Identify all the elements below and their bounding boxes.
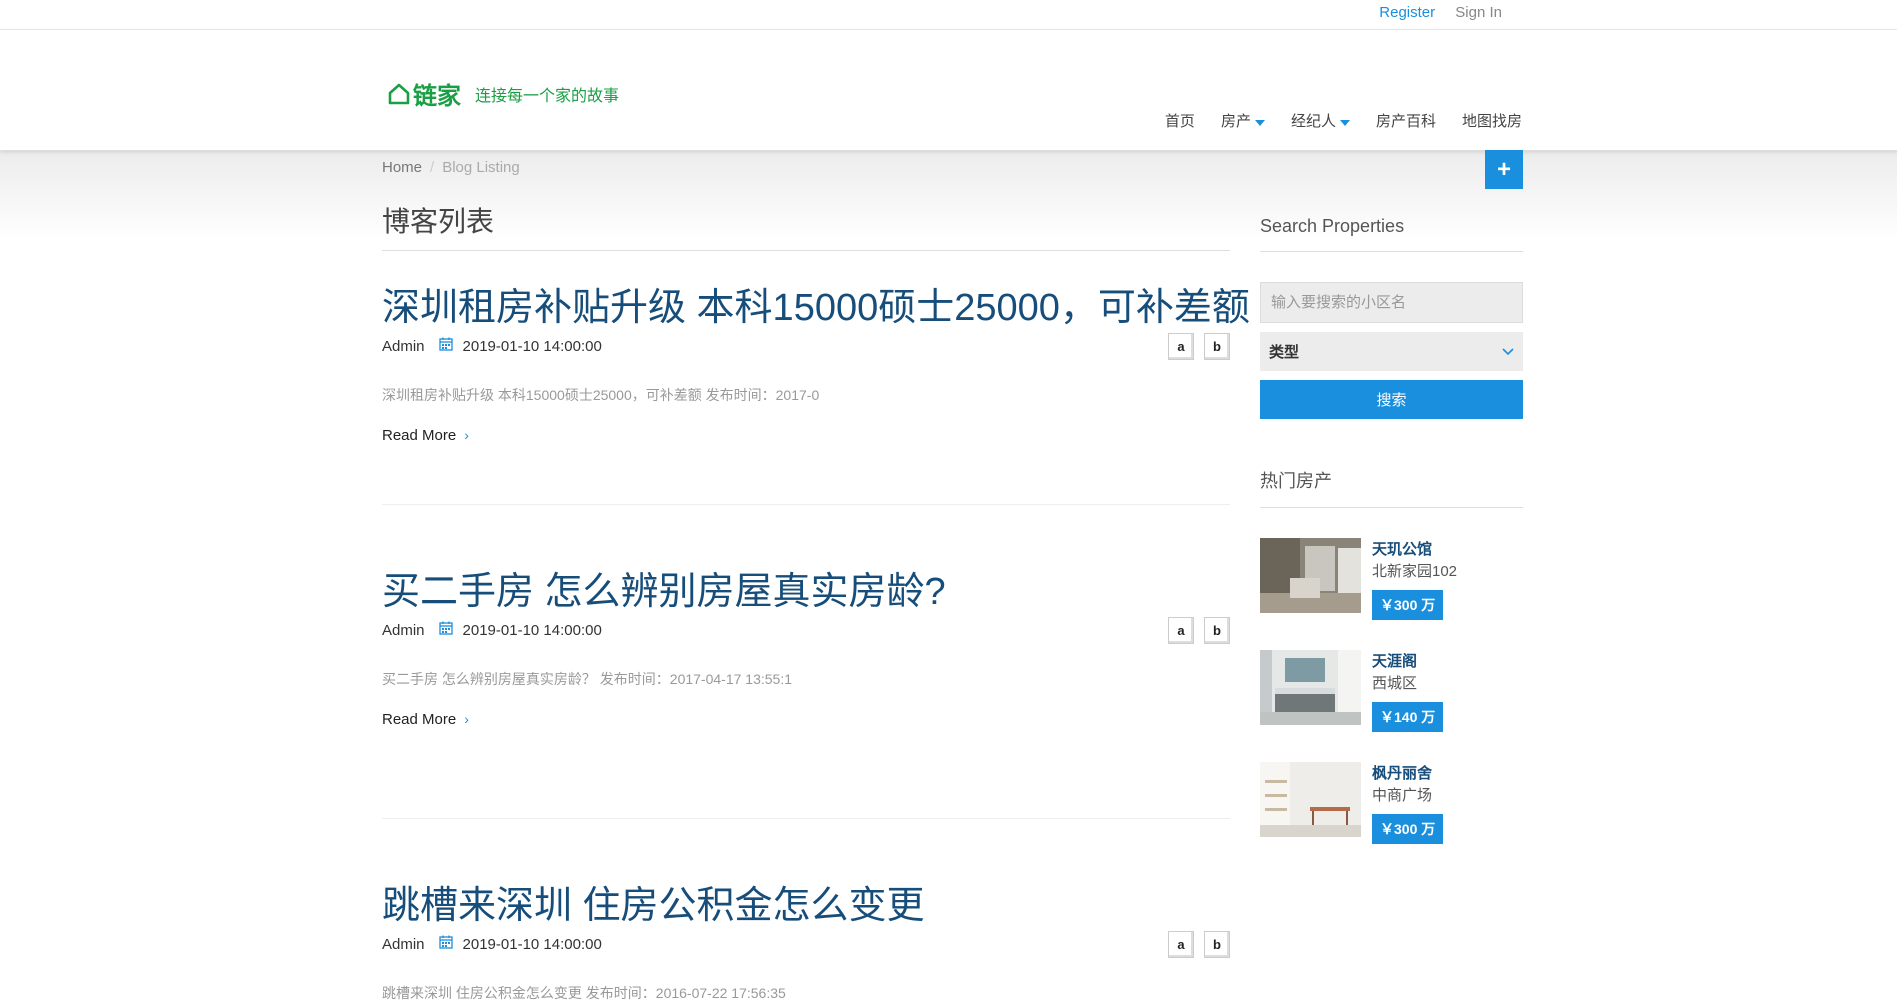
post-author[interactable]: Admin [382, 622, 425, 639]
post-date: 2019-01-10 14:00:00 [462, 621, 602, 639]
search-section-title: Search Properties [1260, 216, 1523, 252]
page-title: 博客列表 [382, 200, 1230, 251]
tag-button[interactable]: a [1168, 616, 1194, 644]
calendar-icon [438, 935, 453, 953]
add-button[interactable]: + [1485, 150, 1523, 189]
property-location: 西城区 [1372, 675, 1418, 692]
property-location: 中商广场 [1372, 787, 1433, 804]
calendar-icon [438, 337, 453, 355]
price-badge: ￥300 万 [1372, 814, 1444, 844]
auth-links: Register Sign In [1363, 4, 1502, 21]
price-badge: ￥300 万 [1372, 590, 1444, 620]
post-meta: Admin 2019-01-10 14:00:00 a b [382, 616, 1230, 644]
hot-properties-title: 热门房产 [1260, 467, 1523, 508]
nav-label: 房产 [1220, 113, 1251, 130]
tag-button[interactable]: b [1204, 930, 1230, 958]
property-name[interactable]: 枫丹丽舍 [1372, 762, 1443, 783]
read-more-link[interactable]: Read More › [382, 709, 1230, 729]
property-thumbnail[interactable] [1260, 538, 1361, 613]
property-info: 天玑公馆 北新家园102 ￥300 万 [1372, 538, 1457, 620]
post-tags: a b [1158, 930, 1230, 958]
nav-item-map[interactable]: 地图找房 [1462, 110, 1522, 131]
property-name[interactable]: 天涯阁 [1372, 650, 1443, 671]
post-excerpt: 买二手房 怎么辨别房屋真实房龄？ 发布时间：2017-04-17 13:55:1 [382, 671, 792, 687]
post-author[interactable]: Admin [382, 936, 425, 953]
property-location: 北新家园102 [1372, 563, 1458, 580]
nav-label: 房产百科 [1375, 113, 1436, 130]
nav-label: 经纪人 [1290, 113, 1336, 130]
breadcrumb-separator: / [430, 159, 435, 176]
register-link[interactable]: Register [1379, 4, 1435, 21]
property-name[interactable]: 天玑公馆 [1372, 538, 1457, 559]
nav-label: 地图找房 [1461, 113, 1522, 130]
read-more-label: Read More [382, 710, 457, 728]
logo-mark: 链家 [387, 76, 461, 111]
main-nav: 首页 房产 经纪人 房产百科 地图找房 [1165, 110, 1522, 131]
read-more-link[interactable]: Read More › [382, 425, 1230, 445]
blog-post: 跳槽来深圳 住房公积金怎么变更 Admin 2019-01-10 14:00:0… [382, 874, 1230, 1001]
post-date: 2019-01-10 14:00:00 [462, 935, 602, 953]
chevron-right-icon: › [464, 427, 469, 443]
type-select[interactable]: 类型 [1260, 332, 1523, 371]
post-excerpt: 深圳租房补贴升级 本科15000硕士25000，可补差额 发布时间：2017-0 [382, 387, 820, 403]
breadcrumb-home[interactable]: Home [382, 159, 422, 176]
nav-item-agent[interactable]: 经纪人 [1291, 110, 1350, 131]
top-bar: Register Sign In [0, 0, 1897, 30]
post-tags: a b [1158, 332, 1230, 360]
post-title[interactable]: 买二手房 怎么辨别房屋真实房龄? [382, 560, 1230, 613]
chevron-right-icon: › [464, 711, 469, 727]
post-title[interactable]: 深圳租房补贴升级 本科15000硕士25000，可补差额 [382, 276, 1250, 329]
slogan: 连接每一个家的故事 [475, 87, 620, 105]
sidebar: Search Properties 类型 搜索 热门房产 天玑公馆 北新家园10… [1260, 216, 1523, 844]
signin-link[interactable]: Sign In [1455, 4, 1502, 21]
search-button[interactable]: 搜索 [1260, 380, 1523, 419]
caret-down-icon [1254, 119, 1265, 126]
logo[interactable]: 链家 连接每一个家的故事 [387, 76, 619, 111]
property-card[interactable]: 天玑公馆 北新家园102 ￥300 万 [1260, 538, 1523, 620]
post-excerpt: 跳槽来深圳 住房公积金怎么变更 发布时间：2016-07-22 17:56:35 [382, 985, 786, 1001]
nav-item-wiki[interactable]: 房产百科 [1376, 110, 1436, 131]
post-meta: Admin 2019-01-10 14:00:00 a b [382, 930, 1230, 958]
tag-button[interactable]: b [1204, 332, 1230, 360]
house-icon [388, 83, 410, 104]
post-date: 2019-01-10 14:00:00 [462, 337, 602, 355]
post-author[interactable]: Admin [382, 338, 425, 355]
tag-button[interactable]: a [1168, 332, 1194, 360]
calendar-icon [438, 621, 453, 639]
nav-item-property[interactable]: 房产 [1221, 110, 1265, 131]
post-title[interactable]: 跳槽来深圳 住房公积金怎么变更 [382, 874, 1230, 927]
nav-item-home[interactable]: 首页 [1165, 110, 1195, 131]
price-badge: ￥140 万 [1372, 702, 1444, 732]
chevron-down-icon [1502, 345, 1514, 359]
blog-post: 买二手房 怎么辨别房屋真实房龄? Admin 2019-01-10 14:00:… [382, 560, 1230, 819]
type-select-value: 类型 [1269, 344, 1300, 361]
property-card[interactable]: 枫丹丽舍 中商广场 ￥300 万 [1260, 762, 1523, 844]
post-meta: Admin 2019-01-10 14:00:00 a b [382, 332, 1230, 360]
read-more-label: Read More [382, 426, 457, 444]
blog-list: 博客列表 深圳租房补贴升级 本科15000硕士25000，可补差额 Admin … [382, 200, 1250, 1001]
caret-down-icon [1339, 119, 1350, 126]
tag-button[interactable]: b [1204, 616, 1230, 644]
property-card[interactable]: 天涯阁 西城区 ￥140 万 [1260, 650, 1523, 732]
property-thumbnail[interactable] [1260, 650, 1361, 725]
tag-button[interactable]: a [1168, 930, 1194, 958]
nav-label: 首页 [1164, 113, 1195, 130]
breadcrumb-current: Blog Listing [442, 159, 520, 176]
logo-text: 链家 [413, 83, 461, 110]
property-info: 天涯阁 西城区 ￥140 万 [1372, 650, 1444, 732]
property-info: 枫丹丽舍 中商广场 ￥300 万 [1372, 762, 1444, 844]
site-header: 链家 连接每一个家的故事 首页 房产 经纪人 房产百科 地图找房 [0, 30, 1897, 151]
search-input[interactable] [1260, 282, 1523, 323]
post-tags: a b [1158, 616, 1230, 644]
property-thumbnail[interactable] [1260, 762, 1361, 837]
breadcrumb: Home / Blog Listing [382, 159, 520, 176]
blog-post: 深圳租房补贴升级 本科15000硕士25000，可补差额 Admin 2019-… [382, 276, 1250, 505]
